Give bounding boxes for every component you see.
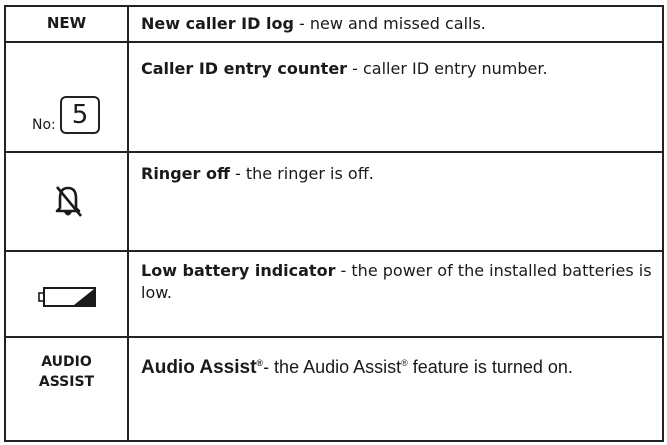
icon-cell: AUDIO ASSIST <box>6 338 129 440</box>
table-row-counter: No: 5 Caller ID entry counter - caller I… <box>6 43 662 153</box>
icon-cell: No: 5 <box>6 43 129 151</box>
row-title: Caller ID entry counter <box>141 59 348 78</box>
description-cell: New caller ID log - new and missed calls… <box>141 13 652 35</box>
description-cell: Audio Assist®- the Audio Assist® feature… <box>141 351 652 380</box>
row-description-part1: - the Audio Assist <box>263 357 402 377</box>
audio-assist-indicator-label: AUDIO ASSIST <box>6 352 127 392</box>
icon-cell <box>6 153 129 250</box>
table-row-ringer-off: Ringer off - the ringer is off. <box>6 153 662 252</box>
audio-label-line2: ASSIST <box>38 374 95 390</box>
row-title: Audio Assist <box>141 357 257 378</box>
trademark-mark: ® <box>401 358 408 368</box>
icon-cell <box>6 252 129 336</box>
description-cell: Low battery indicator - the power of the… <box>141 260 652 304</box>
row-description: - the ringer is off. <box>229 164 374 183</box>
description-cell: Ringer off - the ringer is off. <box>141 163 652 185</box>
row-title: Ringer off <box>141 164 230 183</box>
table-row-audio-assist: AUDIO ASSIST Audio Assist ®- the Audio As… <box>6 338 662 440</box>
table-row-new: NEW New caller ID log - new and missed c… <box>6 7 662 43</box>
icon-cell: NEW <box>6 7 129 41</box>
table-row-low-battery: Low battery indicator - the power of the… <box>6 252 662 338</box>
counter-display: 5 <box>60 96 100 134</box>
bell-off-icon <box>55 186 83 217</box>
indicator-table: NEW New caller ID log - new and missed c… <box>4 5 664 442</box>
row-description-part2: feature is turned on. <box>407 357 573 377</box>
row-description: - new and missed calls. <box>293 14 486 33</box>
counter-prefix: No: <box>32 117 56 133</box>
new-indicator-label: NEW <box>46 14 87 32</box>
row-description: - caller ID entry number. <box>347 59 548 78</box>
row-title: New caller ID log <box>141 14 294 33</box>
row-title: Low battery indicator <box>141 261 336 280</box>
description-cell: Caller ID entry counter - caller ID entr… <box>141 58 652 80</box>
audio-label-line1: AUDIO <box>41 354 92 370</box>
low-battery-icon <box>38 287 96 307</box>
